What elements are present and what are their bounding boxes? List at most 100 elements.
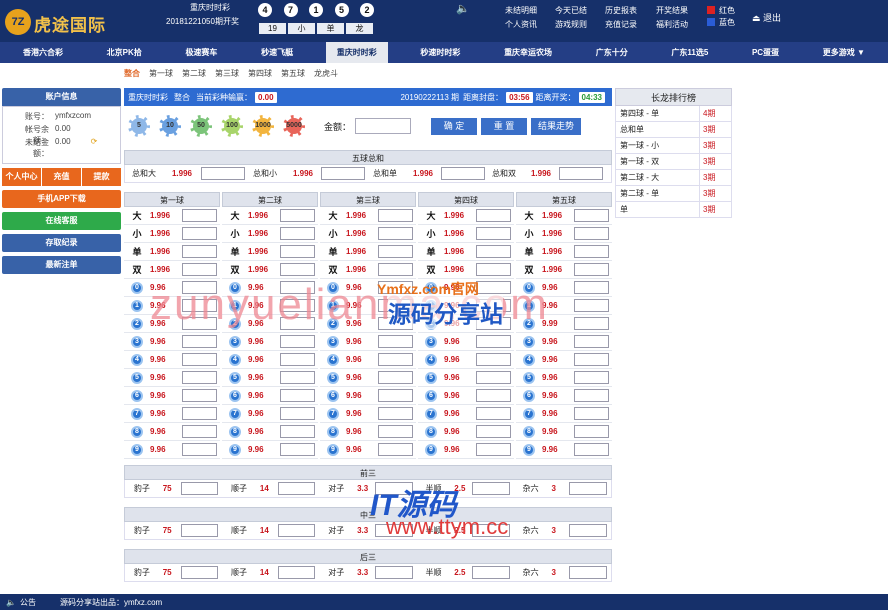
bet-amount-input[interactable]	[182, 335, 217, 348]
nav-item[interactable]: 北京PK拾	[96, 42, 153, 63]
bet-amount-input[interactable]	[574, 245, 609, 258]
refresh-icon[interactable]: ⟳	[91, 137, 98, 150]
nav-more[interactable]: 更多游戏 ▼	[812, 42, 876, 63]
bet-amount-input[interactable]	[182, 353, 217, 366]
link-deposit-records[interactable]: 充值记录	[605, 19, 637, 30]
link-history-report[interactable]: 历史报表	[605, 5, 637, 16]
link-unsettled[interactable]: 未结明细	[505, 5, 537, 16]
link-profile[interactable]: 个人资讯	[505, 19, 537, 30]
bet-amount-input[interactable]	[569, 524, 608, 537]
bet-amount-input[interactable]	[574, 317, 609, 330]
bet-amount-input[interactable]	[378, 407, 413, 420]
bet-amount-input[interactable]	[472, 482, 510, 495]
bet-amount-input[interactable]	[374, 566, 413, 579]
sum-input[interactable]	[321, 167, 365, 180]
bet-amount-input[interactable]	[378, 353, 413, 366]
bet-amount-input[interactable]	[280, 443, 315, 456]
bet-amount-input[interactable]	[476, 245, 511, 258]
bet-amount-input[interactable]	[378, 389, 413, 402]
bet-amount-input[interactable]	[476, 407, 511, 420]
bet-amount-input[interactable]	[277, 482, 316, 495]
bet-amount-input[interactable]	[182, 227, 217, 240]
bet-amount-input[interactable]	[574, 443, 609, 456]
bet-amount-input[interactable]	[277, 524, 316, 537]
bet-amount-input[interactable]	[574, 389, 609, 402]
bet-amount-input[interactable]	[574, 371, 609, 384]
bet-amount-input[interactable]	[280, 227, 315, 240]
sum-input[interactable]	[559, 167, 603, 180]
chip-10-icon[interactable]: 10	[159, 115, 181, 137]
withdraw-button[interactable]: 提款	[82, 168, 121, 186]
bet-amount-input[interactable]	[476, 263, 511, 276]
bet-amount-input[interactable]	[574, 263, 609, 276]
bet-amount-input[interactable]	[280, 389, 315, 402]
bet-amount-input[interactable]	[280, 335, 315, 348]
logout-button[interactable]: ⏏ 退出	[752, 11, 781, 24]
link-bonus[interactable]: 福利活动	[656, 19, 688, 30]
nav-item-active[interactable]: 重庆时时彩	[325, 42, 388, 63]
bet-amount-input[interactable]	[180, 482, 219, 495]
latest-bets-button[interactable]: 最新注单	[2, 256, 121, 274]
chip-100-icon[interactable]: 100	[221, 115, 243, 137]
bet-amount-input[interactable]	[476, 371, 511, 384]
bet-amount-input[interactable]	[378, 227, 413, 240]
records-button[interactable]: 存取纪录	[2, 234, 121, 252]
bet-amount-input[interactable]	[280, 245, 315, 258]
trend-button[interactable]: 结果走势	[531, 117, 582, 135]
tab-dragon-tiger[interactable]: 龙虎斗	[314, 68, 338, 79]
bet-amount-input[interactable]	[476, 209, 511, 222]
app-download-button[interactable]: 手机APP下载	[2, 190, 121, 208]
bet-amount-input[interactable]	[378, 425, 413, 438]
bet-amount-input[interactable]	[182, 209, 217, 222]
chip-5000-icon[interactable]: 5000	[283, 115, 305, 137]
link-rules[interactable]: 游戏规则	[555, 19, 587, 30]
bet-amount-input[interactable]	[280, 263, 315, 276]
nav-item[interactable]: 重庆幸运农场	[493, 42, 563, 63]
bet-amount-input[interactable]	[280, 353, 315, 366]
bet-amount-input[interactable]	[476, 335, 511, 348]
amount-input[interactable]	[355, 118, 412, 134]
bet-amount-input[interactable]	[476, 443, 511, 456]
link-draw-results[interactable]: 开奖结果	[656, 5, 688, 16]
tab-ball3[interactable]: 第三球	[215, 68, 239, 79]
bet-amount-input[interactable]	[182, 371, 217, 384]
bet-amount-input[interactable]	[574, 335, 609, 348]
bet-amount-input[interactable]	[182, 407, 217, 420]
bet-amount-input[interactable]	[180, 566, 219, 579]
bet-amount-input[interactable]	[378, 245, 413, 258]
tab-combined[interactable]: 整合	[124, 68, 140, 79]
deposit-button[interactable]: 充值	[42, 168, 81, 186]
sum-input[interactable]	[201, 167, 245, 180]
bet-amount-input[interactable]	[472, 566, 510, 579]
red-theme-label[interactable]: 红色	[719, 5, 735, 16]
chip-5-icon[interactable]: 5	[128, 115, 150, 137]
bet-amount-input[interactable]	[277, 566, 316, 579]
bet-amount-input[interactable]	[476, 389, 511, 402]
bet-amount-input[interactable]	[280, 425, 315, 438]
bet-amount-input[interactable]	[569, 482, 608, 495]
bet-amount-input[interactable]	[569, 566, 608, 579]
bet-amount-input[interactable]	[180, 524, 219, 537]
online-service-button[interactable]: 在线客服	[2, 212, 121, 230]
link-today-settled[interactable]: 今天已结	[555, 5, 587, 16]
bet-amount-input[interactable]	[182, 443, 217, 456]
bet-amount-input[interactable]	[574, 353, 609, 366]
bet-amount-input[interactable]	[476, 227, 511, 240]
confirm-button[interactable]: 确 定	[431, 117, 478, 135]
bet-amount-input[interactable]	[182, 389, 217, 402]
bet-amount-input[interactable]	[378, 443, 413, 456]
tab-ball2[interactable]: 第二球	[182, 68, 206, 79]
bet-amount-input[interactable]	[378, 335, 413, 348]
red-theme-swatch[interactable]	[707, 6, 715, 14]
tab-ball1[interactable]: 第一球	[149, 68, 173, 79]
nav-item[interactable]: 香港六合彩	[12, 42, 74, 63]
bet-amount-input[interactable]	[574, 281, 609, 294]
chip-50-icon[interactable]: 50	[190, 115, 212, 137]
nav-item[interactable]: 广东11选5	[660, 42, 719, 63]
bet-amount-input[interactable]	[574, 227, 609, 240]
bet-amount-input[interactable]	[476, 353, 511, 366]
blue-theme-swatch[interactable]	[707, 18, 715, 26]
bet-amount-input[interactable]	[378, 371, 413, 384]
bet-amount-input[interactable]	[280, 209, 315, 222]
chip-1000-icon[interactable]: 1000	[252, 115, 274, 137]
